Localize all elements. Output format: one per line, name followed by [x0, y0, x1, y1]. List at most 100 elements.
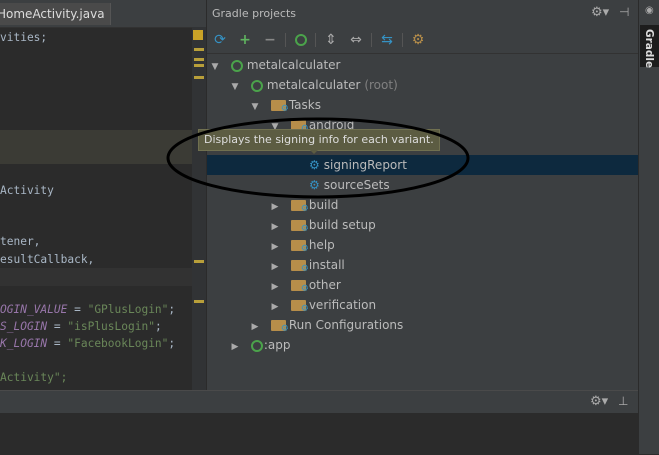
plus-icon[interactable]: + — [236, 31, 254, 49]
code-token: = — [67, 303, 88, 316]
editor-tab[interactable]: HomeActivity.java — [0, 3, 111, 25]
expand-all-icon[interactable]: ⇕ — [322, 31, 340, 49]
line-highlight — [0, 268, 192, 286]
tree-node-suffix: (root) — [364, 78, 398, 92]
tree-node-label: help — [308, 238, 335, 252]
tree-node-root-project[interactable]: ▼ metalcalculater — [209, 55, 341, 75]
link-icon[interactable]: ⇆ — [378, 31, 396, 49]
gradle-settings-icon[interactable]: ⚙ — [409, 31, 427, 49]
expand-arrow-icon[interactable]: ▶ — [269, 257, 281, 277]
task-gear-icon: ⚙ — [309, 178, 320, 192]
tree-node-label: build — [308, 198, 339, 212]
tree-node-label: signingReport — [323, 158, 407, 172]
gradle-execute-icon[interactable] — [292, 31, 310, 49]
toolbar-separator — [315, 33, 316, 47]
gutter-marker[interactable] — [194, 48, 204, 51]
editor-tab-label: HomeActivity.java — [0, 7, 105, 21]
minus-icon[interactable]: − — [261, 31, 279, 49]
panel-toolbar: ⟳ + − ⇕ ⇔ ⇆ ⚙ — [207, 27, 639, 54]
right-tool-strip: Gradle ◉ — [638, 0, 659, 454]
gutter-marker[interactable] — [194, 260, 204, 263]
tree-node-label: :app — [263, 338, 291, 352]
tree-node-label: Run Configurations — [288, 318, 404, 332]
code-line: Activity — [0, 184, 54, 197]
collapse-arrow-icon[interactable]: ▼ — [249, 97, 261, 117]
code-token: Activity — [0, 184, 54, 197]
panel-header: Gradle projects ⚙▾ ⊣ — [207, 0, 639, 27]
code-line: esultCallback, — [0, 253, 94, 266]
refresh-icon[interactable]: ⟳ — [211, 31, 229, 49]
tree-node-source-sets[interactable]: ⚙ sourceSets — [207, 175, 390, 195]
code-token: tener, — [0, 235, 41, 248]
code-token: ; — [168, 337, 176, 350]
toolbar-separator — [285, 33, 286, 47]
hide-bottom-panel-icon[interactable]: ⊥ — [618, 394, 628, 408]
gutter-marker[interactable] — [194, 300, 204, 303]
tree-node-label: sourceSets — [323, 178, 390, 192]
gradle-project-icon — [230, 59, 243, 72]
bottom-panel-header: ⚙▾ ⊥ — [0, 391, 638, 413]
tree-node-help[interactable]: ▶ ⚙ help — [269, 235, 335, 255]
code-line: Activity"; — [0, 371, 67, 384]
tree-node-signing-report[interactable]: ⚙ signingReport — [207, 155, 639, 175]
tree-node-label: Tasks — [288, 98, 321, 112]
task-folder-icon: ⚙ — [290, 300, 309, 314]
toolbar-separator — [371, 33, 372, 47]
expand-arrow-icon[interactable]: ▶ — [249, 317, 261, 337]
tree-node-verification[interactable]: ▶ ⚙ verification — [269, 295, 377, 317]
tree-node-label: metalcalculater — [246, 58, 341, 72]
collapse-arrow-icon[interactable]: ▼ — [229, 77, 241, 97]
bottom-settings-gear-icon[interactable]: ⚙▾ — [590, 394, 608, 409]
expand-arrow-icon[interactable]: ▶ — [269, 297, 281, 317]
gutter-marker[interactable] — [194, 58, 204, 61]
gradle-small-icon: ◉ — [645, 5, 654, 16]
expand-arrow-icon[interactable]: ▶ — [269, 217, 281, 237]
code-line: S_LOGIN = "isPlusLogin"; — [0, 320, 162, 333]
code-editor[interactable]: HomeActivity.java vities; Activity tener… — [0, 0, 206, 390]
expand-arrow-icon[interactable]: ▶ — [269, 197, 281, 217]
tree-node-build[interactable]: ▶ ⚙ build — [269, 195, 339, 217]
tree-node-label: build setup — [308, 218, 376, 232]
tree-node-tasks[interactable]: ▼ ⚙ Tasks — [249, 95, 321, 115]
code-token: ; — [154, 320, 162, 333]
gradle-projects-panel: Gradle projects ⚙▾ ⊣ ⟳ + − ⇕ ⇔ ⇆ ⚙ ▼ met… — [206, 0, 639, 390]
tree-node-app[interactable]: ▶ :app — [229, 335, 291, 357]
collapse-arrow-icon[interactable]: ▼ — [209, 57, 221, 77]
tree-node-other[interactable]: ▶ ⚙ other — [269, 275, 341, 295]
task-folder-icon: ⚙ — [290, 220, 309, 234]
code-line: vities; — [0, 31, 47, 44]
tree-node-install[interactable]: ▶ ⚙ install — [269, 255, 345, 275]
collapse-all-icon[interactable]: ⇔ — [347, 31, 365, 49]
code-token: esultCallback, — [0, 253, 95, 266]
task-folder-icon: ⚙ — [290, 200, 309, 214]
expand-arrow-icon[interactable]: ▶ — [269, 237, 281, 257]
code-token: OGIN_VALUE — [0, 303, 68, 316]
hide-panel-icon[interactable]: ⊣ — [619, 5, 629, 19]
expand-arrow-icon[interactable]: ▶ — [269, 277, 281, 297]
gradle-tool-tab[interactable]: Gradle — [640, 25, 659, 69]
editor-gutter — [192, 27, 206, 390]
code-line: K_LOGIN = "FacebookLogin"; — [0, 337, 175, 350]
task-folder-icon: ⚙ — [290, 280, 309, 294]
gutter-marker[interactable] — [194, 76, 204, 79]
tree-node-module[interactable]: ▼ metalcalculater (root) — [229, 75, 398, 95]
gradle-module-icon — [250, 79, 263, 92]
warning-marker[interactable] — [193, 30, 203, 40]
expand-arrow-icon[interactable]: ▶ — [229, 337, 241, 357]
code-token: = — [47, 337, 68, 350]
gradle-tab-label: Gradle — [643, 29, 655, 69]
code-token: "isPlusLogin" — [67, 320, 155, 333]
panel-title: Gradle projects — [212, 7, 296, 20]
tree-node-label: install — [308, 258, 345, 272]
tree-node-build-setup[interactable]: ▶ ⚙ build setup — [269, 215, 376, 235]
code-token: "GPlusLogin" — [87, 303, 169, 316]
toolbar-separator — [402, 33, 403, 47]
panel-settings-gear-icon[interactable]: ⚙▾ — [591, 5, 609, 20]
gutter-marker[interactable] — [194, 64, 204, 67]
bottom-tool-panel: ⚙▾ ⊥ — [0, 390, 638, 455]
tree-node-run-configurations[interactable]: ▶ ⚙ Run Configurations — [249, 315, 404, 337]
code-token: S_LOGIN — [0, 320, 48, 333]
gradle-module-icon — [250, 339, 263, 352]
code-token: ; — [168, 303, 176, 316]
code-line: tener, — [0, 235, 40, 248]
